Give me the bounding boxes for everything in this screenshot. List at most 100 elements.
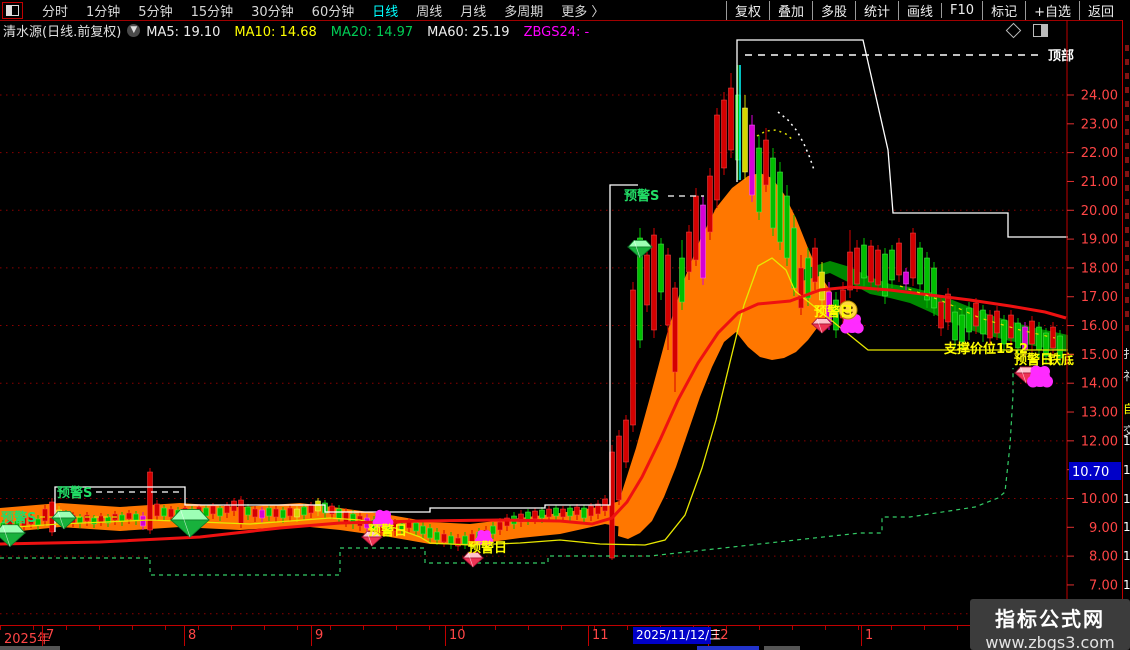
candle-body xyxy=(987,314,993,339)
period-tab-月线[interactable]: 月线 xyxy=(460,1,486,20)
candle-body xyxy=(147,471,153,531)
candle-body xyxy=(308,504,314,514)
month-separator xyxy=(861,626,862,646)
chart-canvas[interactable]: 预警S预警S预警S预警日预警日预警日支撑价位15.2预警日铁底顶部24.0023… xyxy=(0,20,1122,625)
toolbar-button-叠加[interactable]: 叠加 xyxy=(768,0,812,20)
candle-body xyxy=(952,311,958,341)
period-tab-1分钟[interactable]: 1分钟 xyxy=(86,1,120,20)
candle-body xyxy=(910,232,916,279)
candle-body xyxy=(686,231,692,273)
candle-body xyxy=(763,139,769,186)
candle-body xyxy=(301,506,307,516)
toolbar-button-+自选[interactable]: +自选 xyxy=(1025,0,1079,20)
candle-body xyxy=(336,508,342,520)
period-tab-日线[interactable]: 日线 xyxy=(372,1,398,20)
year-label: 2025年 xyxy=(4,632,51,647)
period-tab-30分钟[interactable]: 30分钟 xyxy=(251,1,294,20)
period-tab-15分钟[interactable]: 15分钟 xyxy=(191,1,234,20)
orange-cloud-hump xyxy=(618,173,832,539)
candle-body xyxy=(749,124,755,196)
white-dot-arc xyxy=(777,111,815,171)
price-label: 22.00 xyxy=(1081,146,1118,161)
candle-body xyxy=(707,175,713,233)
period-tab-5分钟[interactable]: 5分钟 xyxy=(138,1,172,20)
yellow-dot-arc xyxy=(756,129,795,142)
period-tab-更多 〉[interactable]: 更多 〉 xyxy=(561,1,604,20)
candle-body xyxy=(756,147,762,213)
candle-body xyxy=(238,499,244,525)
candle-body xyxy=(315,500,321,512)
cutoff-glyph: 1 xyxy=(1123,521,1130,534)
candle-body xyxy=(273,508,279,518)
candle-body xyxy=(245,506,251,516)
toolbar-button-标记[interactable]: 标记 xyxy=(982,0,1025,20)
cutoff-glyph: 1 xyxy=(1123,493,1130,506)
chart-annotation: 预警S xyxy=(57,485,92,501)
magenta-blob-icon xyxy=(382,510,391,519)
candle-body xyxy=(210,505,216,515)
candle-body xyxy=(434,531,440,541)
toolbar-button-F10[interactable]: F10 xyxy=(941,2,982,18)
price-label: 20.00 xyxy=(1081,204,1118,219)
candle-body xyxy=(665,254,671,326)
magenta-blob-icon xyxy=(840,322,852,334)
date-axis[interactable]: 2025年 7 8 9 10 11 12 1 2025/11/12/三 xyxy=(0,625,1122,647)
white-envelope-left xyxy=(54,184,638,532)
candle-body xyxy=(742,107,748,173)
current-price-value: 10.70 xyxy=(1072,465,1109,480)
candle-body xyxy=(119,514,125,522)
candle-body xyxy=(448,535,454,545)
price-label: 14.00 xyxy=(1081,377,1118,392)
candle-body xyxy=(217,507,223,517)
chart-annotation: 预警日 xyxy=(814,304,853,320)
cutoff-glyph: 1 xyxy=(1123,464,1130,477)
cutoff-glyph: 1 xyxy=(1123,435,1130,448)
candle-body xyxy=(819,271,825,301)
right-cutoff-strip: 扌礻自交111111 xyxy=(1122,20,1130,650)
candle-body xyxy=(532,510,538,520)
candle-body xyxy=(903,271,909,285)
candle-body xyxy=(77,516,83,524)
candle-body xyxy=(259,509,265,519)
candle-body xyxy=(812,247,818,283)
period-tab-多周期[interactable]: 多周期 xyxy=(504,1,543,20)
candle-body xyxy=(84,514,90,522)
candle-body xyxy=(98,515,104,523)
price-label: 10.00 xyxy=(1081,492,1118,507)
candle-body xyxy=(588,505,594,517)
period-tab-分时[interactable]: 分时 xyxy=(42,1,68,20)
price-label: 9.00 xyxy=(1089,521,1118,536)
month-separator xyxy=(588,626,589,646)
toolbar-button-画线[interactable]: 画线 xyxy=(898,0,941,20)
price-label: 24.00 xyxy=(1081,89,1118,104)
candle-body xyxy=(721,99,727,169)
period-tab-周线[interactable]: 周线 xyxy=(416,1,442,20)
toolbar-button-统计[interactable]: 统计 xyxy=(855,0,898,20)
candle-body xyxy=(553,507,559,517)
candle-body xyxy=(525,511,531,521)
candle-body xyxy=(490,525,496,535)
toolbar-button-返回[interactable]: 返回 xyxy=(1078,0,1122,20)
candle-body xyxy=(168,508,174,518)
candle-body xyxy=(1008,314,1014,339)
toolbar-button-复权[interactable]: 复权 xyxy=(725,0,769,20)
candle-body xyxy=(644,254,650,306)
candle-body xyxy=(420,525,426,535)
candle-body xyxy=(700,204,706,279)
candle-body xyxy=(623,419,629,463)
period-toolbar: 分时 1分钟 5分钟 15分钟 30分钟 60分钟 日线 周线 月线 多周期 更多 〉 复权 叠加 多股… xyxy=(0,0,1130,21)
candlestick-chart[interactable]: 预警S 预警S 预警S 预警日 预警日 预警日 支撑价位15.2 预警日 铁底 顶部 24.00 23… xyxy=(0,20,1122,625)
candle-body xyxy=(574,506,580,516)
bottom-fragment xyxy=(0,646,60,650)
toolbar-right-buttons: 复权 叠加 多股 统计 画线 F10 标记 +自选 返回 xyxy=(725,0,1122,20)
cutoff-glyph: 自 xyxy=(1123,403,1130,416)
period-tab-60分钟[interactable]: 60分钟 xyxy=(312,1,355,20)
candle-body xyxy=(287,507,293,517)
candle-body xyxy=(672,287,678,373)
bottom-fragment xyxy=(764,646,800,650)
toolbar-button-多股[interactable]: 多股 xyxy=(811,0,855,20)
month-label-1: 1 xyxy=(865,628,874,643)
candle-body xyxy=(938,301,944,329)
layout-toggle-icon[interactable] xyxy=(2,1,23,19)
price-label: 12.00 xyxy=(1081,434,1118,449)
